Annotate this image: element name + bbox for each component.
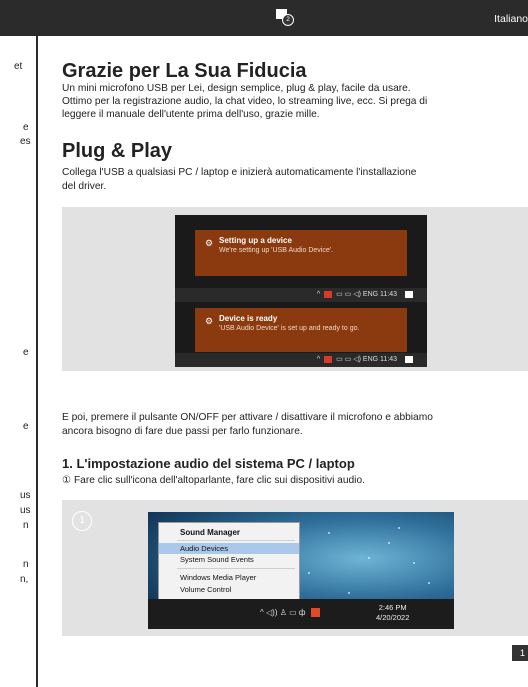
system-tray: ^ ▭ ▭ ◁) ENG 11:43	[317, 290, 413, 298]
paragraph-line: ancora bisogno di fare due passi per far…	[62, 426, 303, 437]
app-tray-icon[interactable]	[310, 608, 320, 618]
taskbar: ^ ▭ ▭ ◁) ENG 11:43	[175, 288, 427, 302]
menu-separator	[177, 568, 295, 569]
sound-context-menu: Sound Manager Audio Devices System Sound…	[158, 522, 300, 604]
margin-fragment: n	[23, 520, 29, 531]
chevron-up-icon[interactable]: ^	[260, 608, 264, 617]
battery-icon: ▭	[336, 356, 343, 363]
app-tray-icon	[324, 355, 333, 363]
tray-lang: ENG	[362, 356, 379, 363]
left-margin-column: et e es e e us us n n n,	[0, 0, 37, 687]
paragraph-line: Ottimo per la registrazione audio, la ch…	[62, 96, 428, 107]
heading-thanks: Grazie per La Sua Fiducia	[62, 60, 307, 82]
menu-item-volume-control[interactable]: Volume Control	[159, 584, 299, 595]
tray-clock[interactable]: 2:46 PM 4/20/2022	[376, 603, 409, 623]
menu-item-audio-devices[interactable]: Audio Devices	[159, 543, 299, 554]
network-icon: ▭	[344, 291, 352, 298]
system-tray: ^ ▭ ▭ ◁) ENG 11:43	[317, 355, 413, 363]
notification-count-badge: 2	[282, 14, 294, 26]
paragraph-line: leggere il manuale dell'utente prima del…	[62, 109, 320, 120]
margin-fragment: e	[23, 347, 29, 358]
toast-title: Device is ready	[219, 314, 278, 323]
margin-fragment: n	[23, 559, 29, 570]
network-icon: ▭	[344, 356, 352, 363]
paragraph-line: Un mini microfono USB per Lei, design se…	[62, 83, 411, 94]
tray-time: 11:43	[380, 291, 398, 298]
menu-item-windows-media-player[interactable]: Windows Media Player	[159, 572, 299, 583]
menu-separator	[177, 540, 295, 541]
margin-fragment: us	[20, 490, 31, 501]
taskbar: ^ ▭ ▭ ◁) ENG 11:43	[175, 353, 427, 367]
step-instruction: ① Fare clic sull'icona dell'altoparlante…	[62, 475, 365, 486]
menu-item-system-sound-events[interactable]: System Sound Events	[159, 554, 299, 565]
person-icon[interactable]: ♙	[280, 608, 287, 617]
toast-body: 'USB Audio Device' is set up and ready t…	[219, 325, 360, 332]
taskbar: ^ ◁)) ♙ ▭ ф 2:46 PM 4/20/2022	[148, 599, 454, 629]
toast-device-ready: ⚙ Device is ready 'USB Audio Device' is …	[195, 308, 407, 352]
heading-audio-setup: 1. L'impostazione audio del sistema PC /…	[62, 456, 355, 471]
toast-body: We're setting up 'USB Audio Device'.	[219, 247, 333, 254]
notification-icon	[405, 355, 413, 363]
gear-icon: ⚙	[205, 316, 214, 326]
clock-time: 2:46 PM	[378, 603, 407, 612]
tray-lang: ENG	[362, 291, 379, 298]
input-icon[interactable]: ф	[299, 608, 306, 617]
step-badge: 1	[72, 511, 92, 531]
column-divider	[36, 0, 38, 687]
paragraph-line: E poi, premere il pulsante ON/OFF per at…	[62, 412, 433, 423]
system-tray: ^ ◁)) ♙ ▭ ф	[260, 608, 323, 618]
paragraph-line: Collega l'USB a qualsiasi PC / laptop e …	[62, 167, 417, 178]
margin-fragment: us	[20, 505, 31, 516]
clock-date: 4/20/2022	[376, 613, 410, 622]
left-header-bar	[0, 0, 36, 36]
page-number: 1	[512, 645, 528, 661]
margin-fragment: e	[23, 122, 29, 133]
margin-fragment: n,	[20, 574, 29, 585]
tray-time: 11:43	[380, 356, 398, 363]
paragraph-line: del driver.	[62, 181, 107, 192]
margin-fragment: et	[14, 61, 23, 72]
network-icon[interactable]: ▭	[289, 608, 297, 617]
speaker-icon: ◁)	[353, 356, 361, 363]
heading-plug-play: Plug & Play	[62, 140, 173, 162]
chevron-up-icon: ^	[316, 291, 321, 298]
menu-item-sound-manager[interactable]: Sound Manager	[159, 527, 299, 538]
language-label: Italiano	[494, 13, 528, 25]
battery-icon: ▭	[336, 291, 343, 298]
gear-icon: ⚙	[205, 238, 214, 248]
margin-fragment: es	[20, 136, 31, 147]
toast-title: Setting up a device	[219, 236, 292, 245]
app-tray-icon	[324, 290, 333, 298]
toast-setting-up: ⚙ Setting up a device We're setting up '…	[195, 230, 407, 276]
notification-icon	[405, 290, 413, 298]
notification-screenshot: ⚙ Setting up a device We're setting up '…	[175, 215, 427, 367]
speaker-icon[interactable]: ◁))	[266, 608, 277, 617]
margin-fragment: e	[23, 421, 29, 432]
speaker-icon: ◁)	[353, 291, 361, 298]
chevron-up-icon: ^	[316, 356, 321, 363]
